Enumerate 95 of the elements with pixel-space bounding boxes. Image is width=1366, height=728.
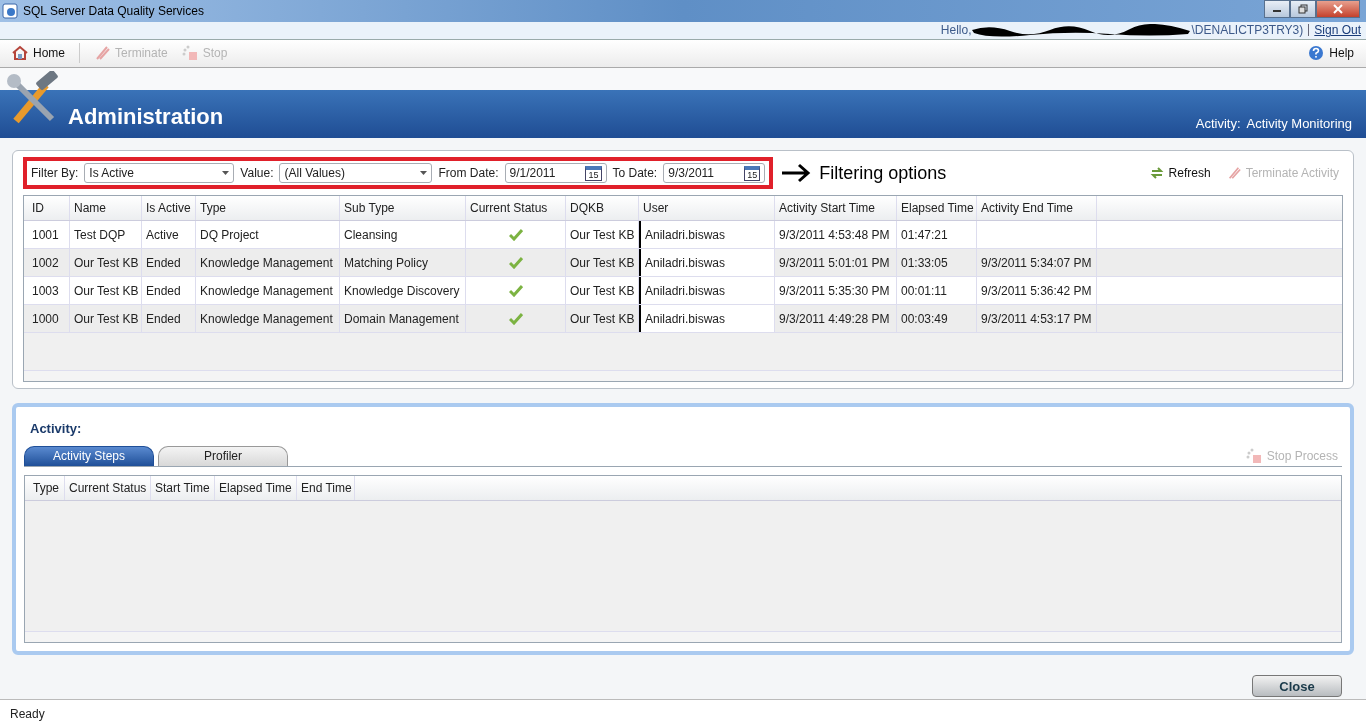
table-cell: Our Test KB [70, 305, 142, 333]
table-cell: 1002 [28, 249, 70, 277]
from-date-field[interactable]: 9/1/2011 15 [504, 163, 607, 184]
filter-label: Filter By: [31, 166, 79, 181]
table-cell: Aniladri.biswas [639, 221, 775, 249]
page-title: Administration [68, 104, 224, 131]
table-cell: Ended [142, 277, 196, 305]
tab[interactable]: Activity Steps [24, 445, 154, 466]
table-cell: 01:47:21 [897, 221, 977, 249]
activity-label: Activity: [1195, 115, 1241, 131]
column-header[interactable]: DQKB [566, 196, 639, 221]
from-date-label: From Date: [438, 166, 499, 181]
column-header[interactable]: Current Status [65, 475, 151, 500]
table-cell: 9/3/2011 4:53:48 PM [775, 221, 897, 249]
table-cell: Aniladri.biswas [639, 249, 775, 277]
table-cell: 1003 [28, 277, 70, 305]
sign-out-link[interactable]: Sign Out [1314, 23, 1361, 38]
table-cell: 1001 [28, 221, 70, 249]
table-cell: Knowledge Management [196, 277, 340, 305]
column-header[interactable]: Name [70, 196, 142, 221]
window-title: SQL Server Data Quality Services [23, 3, 204, 18]
table-cell: Cleansing [340, 221, 466, 249]
table-cell: Active [142, 221, 196, 249]
table-cell: Test DQP [70, 221, 142, 249]
pen-icon [1226, 166, 1241, 181]
table-cell: 9/3/2011 5:01:01 PM [775, 249, 897, 277]
refresh-icon [1149, 166, 1164, 181]
table-cell: Knowledge Management [196, 249, 340, 277]
activity-name: Activity Monitoring [1246, 115, 1352, 131]
table-cell: Knowledge Management [196, 305, 340, 333]
value-dropdown[interactable]: (All Values) [279, 163, 433, 184]
house-icon [12, 45, 28, 62]
table-cell: Aniladri.biswas [639, 277, 775, 305]
table-cell: Domain Management [340, 305, 466, 333]
column-header[interactable]: Activity End Time [977, 196, 1097, 221]
tab[interactable]: Profiler [158, 445, 288, 466]
restore-icon [1298, 4, 1308, 14]
minimize-button[interactable] [1264, 0, 1290, 18]
table-cell: 00:01:11 [897, 277, 977, 305]
close-dialog-button[interactable]: Close [1252, 675, 1342, 698]
maximize-button[interactable] [1290, 0, 1316, 18]
greeting-text: Hello, [940, 23, 972, 38]
table-cell: Ended [142, 305, 196, 333]
section-heading: Activity: [29, 419, 83, 438]
arrow-icon [781, 163, 812, 184]
column-header[interactable]: Current Status [466, 196, 566, 221]
column-header[interactable]: Type [29, 475, 65, 500]
column-header[interactable]: ID [28, 196, 70, 221]
annotation-text: Filtering options [819, 162, 947, 184]
account-text: \DENALICTP3TRY3) [1191, 23, 1304, 38]
value-label: Value: [240, 166, 274, 181]
table-cell: DQ Project [196, 221, 340, 249]
table-cell: 9/3/2011 5:34:07 PM [977, 249, 1097, 277]
table-cell: Aniladri.biswas [639, 305, 775, 333]
table-cell: 1000 [28, 305, 70, 333]
table-cell: 00:03:49 [897, 305, 977, 333]
table-cell: Our Test KB [70, 277, 142, 305]
scroll-bar[interactable] [24, 369, 1342, 381]
status-text: Ready [10, 707, 45, 722]
dropdown-arrow-icon [222, 171, 230, 176]
column-header[interactable]: Sub Type [340, 196, 466, 221]
column-header[interactable]: Start Time [151, 475, 215, 500]
stop-icon [181, 45, 198, 62]
table-cell: Our Test KB [70, 249, 142, 277]
filter-dropdown[interactable]: Is Active [84, 163, 235, 184]
to-date-field[interactable]: 9/3/2011 15 [663, 163, 766, 184]
table-cell: 9/3/2011 5:35:30 PM [775, 277, 897, 305]
table-cell: 01:33:05 [897, 249, 977, 277]
to-date-label: To Date: [612, 166, 658, 181]
table-cell: 9/3/2011 4:53:17 PM [977, 305, 1097, 333]
column-header[interactable]: Type [196, 196, 340, 221]
table-cell: Matching Policy [340, 249, 466, 277]
column-header[interactable]: User [639, 196, 775, 221]
column-header[interactable]: Activity Start Time [775, 196, 897, 221]
table-cell: Ended [142, 249, 196, 277]
dropdown-arrow-icon [420, 171, 428, 176]
calendar-button[interactable]: 15 [744, 165, 761, 181]
help-button[interactable]: Help [1304, 43, 1358, 64]
table-cell: 9/3/2011 5:36:42 PM [977, 277, 1097, 305]
toolbar-button[interactable]: Home [8, 43, 69, 64]
action-button[interactable]: Refresh [1145, 164, 1215, 183]
column-header[interactable]: Elapsed Time [897, 196, 977, 221]
close-icon [1333, 4, 1343, 14]
close-button[interactable] [1316, 0, 1360, 18]
pen-icon [94, 45, 110, 62]
scroll-bar[interactable] [25, 631, 1341, 643]
column-header[interactable]: Elapsed Time [215, 475, 297, 500]
column-header[interactable]: Is Active [142, 196, 196, 221]
help-icon [1308, 45, 1325, 62]
calendar-button[interactable]: 15 [585, 165, 602, 181]
table-cell: Knowledge Discovery [340, 277, 466, 305]
stop-icon [1245, 447, 1262, 464]
app-icon [2, 2, 18, 19]
column-header[interactable]: End Time [297, 475, 355, 500]
table-cell: 9/3/2011 4:49:28 PM [775, 305, 897, 333]
